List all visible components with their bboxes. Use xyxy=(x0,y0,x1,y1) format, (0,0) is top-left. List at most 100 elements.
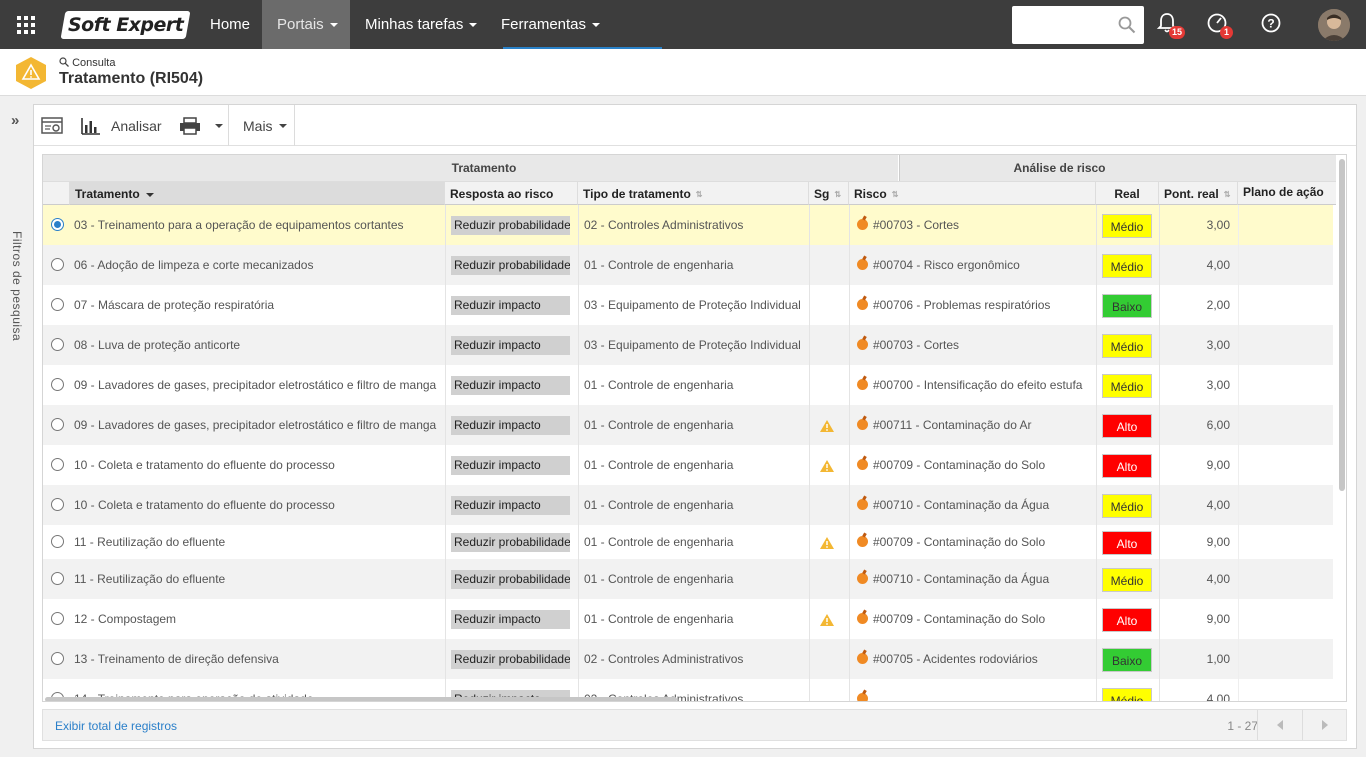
row-select-radio[interactable] xyxy=(51,338,64,351)
risk-level-badge: Médio xyxy=(1102,493,1152,518)
print-button[interactable] xyxy=(179,105,229,146)
tracker-badge: 1 xyxy=(1220,26,1233,39)
search-filters-panel-toggle[interactable]: » Filtros de pesquisa xyxy=(0,96,32,757)
column-header-risco[interactable]: Risco ⇅ xyxy=(849,181,1096,205)
horizontal-scrollbar[interactable] xyxy=(43,697,1336,701)
warning-icon xyxy=(820,459,834,472)
more-menu-button[interactable]: Mais xyxy=(243,105,293,146)
cell-plano-acao xyxy=(1238,445,1333,485)
search-icon xyxy=(59,57,69,67)
column-header-sg[interactable]: Sg ⇅ xyxy=(809,181,849,205)
nav-minhas-tarefas[interactable]: Minhas tarefas xyxy=(350,0,492,49)
table-row[interactable]: 09 - Lavadores de gases, precipitador el… xyxy=(43,365,1333,405)
view-details-button[interactable] xyxy=(41,105,65,146)
column-header-tratamento[interactable]: Tratamento xyxy=(70,181,445,205)
risk-label: #00709 - Contaminação do Solo xyxy=(873,458,1046,472)
cell-sg xyxy=(809,639,849,679)
next-page-button[interactable] xyxy=(1302,710,1346,740)
nav-portais[interactable]: Portais xyxy=(262,0,350,49)
table-row[interactable]: 07 - Máscara de proteção respiratória Red… xyxy=(43,285,1333,325)
user-avatar[interactable] xyxy=(1318,9,1350,41)
bar-chart-icon xyxy=(81,117,100,135)
analyze-button[interactable]: Analisar xyxy=(81,105,163,146)
search-icon[interactable] xyxy=(1118,16,1136,34)
row-select-radio[interactable] xyxy=(51,218,64,231)
scrollbar-thumb[interactable] xyxy=(45,697,677,701)
row-select-radio[interactable] xyxy=(51,298,64,311)
table-row[interactable]: 10 - Coleta e tratamento do efluente do … xyxy=(43,445,1333,485)
chevron-down-icon[interactable] xyxy=(215,123,223,128)
row-select-radio[interactable] xyxy=(51,458,64,471)
cell-risco: #00710 - Contaminação da Água xyxy=(849,485,1096,525)
table-row[interactable]: 11 - Reutilização do efluente Reduzir pro… xyxy=(43,559,1333,599)
row-select-radio[interactable] xyxy=(51,258,64,271)
column-header-tipo[interactable]: Tipo de tratamento ⇅ xyxy=(578,181,809,205)
nav-home[interactable]: Home xyxy=(195,0,265,49)
cell-real: Baixo xyxy=(1096,285,1159,325)
risk-bomb-icon xyxy=(857,219,868,231)
search-input[interactable] xyxy=(1018,6,1118,42)
cell-pont-real: 3,00 xyxy=(1206,218,1230,232)
nav-ferramentas[interactable]: Ferramentas xyxy=(486,0,615,49)
cell-tipo: 01 - Controle de engenharia xyxy=(584,258,734,272)
cell-resposta: Reduzir impacto xyxy=(445,325,578,365)
response-tag: Reduzir impacto xyxy=(451,336,570,356)
cell-plano-acao xyxy=(1238,599,1333,639)
row-select-radio[interactable] xyxy=(51,612,64,625)
view-record-icon xyxy=(41,116,63,134)
table-row[interactable]: 10 - Coleta e tratamento do efluente do … xyxy=(43,485,1333,525)
vertical-scrollbar[interactable] xyxy=(1336,155,1346,701)
row-select-radio[interactable] xyxy=(51,378,64,391)
table-row[interactable]: 08 - Luva de proteção anticorte Reduzir i… xyxy=(43,325,1333,365)
risk-label: #00710 - Contaminação da Água xyxy=(873,572,1050,586)
show-total-records-link[interactable]: Exibir total de registros xyxy=(55,719,177,733)
cell-tratamento: 08 - Luva de proteção anticorte xyxy=(74,338,241,352)
column-header-plano-acao[interactable]: Plano de ação xyxy=(1238,181,1338,205)
row-select-radio[interactable] xyxy=(51,498,64,511)
response-tag: Reduzir impacto xyxy=(451,376,570,396)
column-header-pont-real[interactable]: Pont. real ⇅ xyxy=(1159,181,1238,205)
table-row[interactable]: 06 - Adoção de limpeza e corte mecanizad… xyxy=(43,245,1333,285)
risk-bomb-icon xyxy=(857,573,868,585)
table-row[interactable]: 11 - Reutilização do efluente Reduzir pro… xyxy=(43,525,1333,559)
cell-real: Médio xyxy=(1096,245,1159,285)
row-select-radio[interactable] xyxy=(51,572,64,585)
cell-risco: #00706 - Problemas respiratórios xyxy=(849,285,1096,325)
cell-tipo: 02 - Controles Administrativos xyxy=(584,218,744,232)
notifications-button[interactable]: 15 xyxy=(1156,12,1186,39)
search-filters-label: Filtros de pesquisa xyxy=(10,231,24,342)
task-tracker-button[interactable]: 1 xyxy=(1206,12,1233,39)
cell-risco: #00703 - Cortes xyxy=(849,325,1096,365)
cell-sg xyxy=(809,559,849,599)
cell-tipo: 01 - Controle de engenharia xyxy=(584,378,734,392)
table-row[interactable]: 12 - Compostagem Reduzir impacto 01 - Cont… xyxy=(43,599,1333,639)
response-tag: Reduzir probabilidade xyxy=(451,216,570,236)
table-row[interactable]: 03 - Treinamento para a operação de equi… xyxy=(43,205,1333,245)
cell-plano-acao xyxy=(1238,485,1333,525)
column-header-real[interactable]: Real xyxy=(1096,181,1159,205)
cell-plano-acao xyxy=(1238,285,1333,325)
cell-sg xyxy=(809,599,849,639)
table-row[interactable]: 09 - Lavadores de gases, precipitador el… xyxy=(43,405,1333,445)
response-tag: Reduzir probabilidade xyxy=(451,650,570,670)
row-select-radio[interactable] xyxy=(51,652,64,665)
cell-tipo: 01 - Controle de engenharia xyxy=(584,612,734,626)
row-select-radio[interactable] xyxy=(51,418,64,431)
row-select-radio[interactable] xyxy=(51,535,64,548)
apps-grid-icon[interactable] xyxy=(17,16,35,34)
column-header-select xyxy=(43,181,70,205)
help-button[interactable]: ? xyxy=(1260,12,1286,38)
scrollbar-thumb[interactable] xyxy=(1339,159,1345,491)
cell-risco: #00710 - Contaminação da Água xyxy=(849,559,1096,599)
previous-page-button[interactable] xyxy=(1257,710,1301,740)
pagination-range: 1 - 27 xyxy=(1227,719,1258,733)
grid-footer: Exibir total de registros 1 - 27 xyxy=(42,709,1347,741)
response-tag: Reduzir probabilidade xyxy=(451,533,570,553)
column-header-resposta[interactable]: Resposta ao risco xyxy=(445,181,578,205)
softexpert-logo[interactable]: Soft Expert xyxy=(60,11,191,39)
warning-icon xyxy=(820,419,834,432)
sort-icon: ⇅ xyxy=(891,189,899,199)
table-row[interactable]: 13 - Treinamento de direção defensiva Red… xyxy=(43,639,1333,679)
cell-real: Alto xyxy=(1096,445,1159,485)
main-panel: Analisar Mais Tratamento Análise de risc… xyxy=(33,104,1357,749)
